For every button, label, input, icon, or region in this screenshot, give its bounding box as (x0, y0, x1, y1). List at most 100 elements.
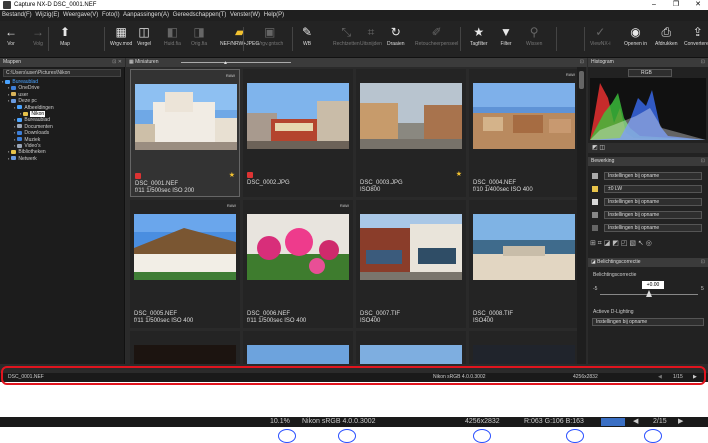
toolbar-button-0[interactable]: ← Vor (4, 24, 18, 48)
zoom-rgb: R:063 G:106 B:163 (524, 418, 584, 425)
maximize-button[interactable]: ❐ (668, 0, 684, 10)
toolbar-icon: ⚲ (529, 25, 539, 39)
toolbar-button-6[interactable]: ◨ Orig.fia (191, 24, 207, 48)
expand-icon[interactable]: ▪ (8, 98, 9, 103)
thumbnail-cell[interactable] (243, 331, 353, 364)
toolbar-button-12[interactable]: ↻ Draaien (387, 24, 405, 48)
expand-icon[interactable]: ▪ (8, 85, 9, 90)
thumbnail-cell[interactable]: RAW DSC_0004.NEF f/10 1/400sec ISO 400 (469, 69, 579, 197)
toolbar-button-14[interactable]: ★ Tagfilter (470, 24, 488, 48)
edit-row-select[interactable]: Instellingen bij opname (604, 211, 702, 219)
menu-adjust[interactable]: Aanpassingen(A) (123, 12, 169, 18)
menu-help[interactable]: Help(P) (264, 12, 284, 18)
panel-menu-icon[interactable]: ⊡ (701, 58, 705, 67)
thumbnail-image[interactable] (247, 214, 349, 280)
thumbnail-image[interactable] (360, 345, 462, 364)
menu-file[interactable]: Bestand(F) (2, 12, 32, 18)
menu-window[interactable]: Venster(W) (230, 12, 260, 18)
thumbnail-cell[interactable]: RAW DSC_0005.NEF f/11 1/500sec ISO 400 (130, 200, 240, 328)
tree-item[interactable]: ▪ Netwerk (2, 156, 122, 162)
thumbnail-image[interactable] (247, 345, 349, 364)
thumbnail-cell[interactable]: DSC_0008.TIF ISO400 (469, 200, 579, 328)
toolbar-icon: ⤡ (341, 25, 352, 39)
thumbnail-cell[interactable]: DSC_0002.JPG (243, 69, 353, 197)
menu-view[interactable]: Weergave(V) (63, 12, 98, 18)
zoom-next-icon[interactable]: ▶ (678, 417, 683, 427)
expand-icon[interactable]: ▪ (8, 149, 9, 154)
thumbnail-image[interactable] (473, 345, 575, 364)
toolbar-button-3[interactable]: ▦ Wrgv.mod (110, 24, 132, 48)
edit-row-select[interactable]: Instellingen bij opname (604, 224, 702, 232)
toolbar-button-2[interactable]: ⬆ Map (58, 24, 72, 48)
panel-menu-icon[interactable]: ⊡ (701, 157, 705, 166)
toolbar-button-11[interactable]: ⌗ Uitsnijden (360, 24, 382, 48)
expand-icon[interactable]: ▪ (20, 111, 21, 116)
toolbar-button-1[interactable]: → Volg (31, 24, 45, 48)
menu-tools[interactable]: Gereedschappen(T) (173, 12, 227, 18)
expand-icon[interactable]: ▪ (14, 137, 15, 142)
thumbnail-image[interactable] (473, 83, 575, 149)
zoom-prev-icon[interactable]: ◀ (633, 417, 638, 427)
toolbar-button-10[interactable]: ⤡ Rechtzetten (333, 24, 360, 48)
expand-icon[interactable]: ▪ (14, 130, 15, 135)
expand-icon[interactable]: ▪ (8, 156, 9, 161)
toolbar-button-17[interactable]: ✓ ViewNX-i (590, 24, 610, 48)
thumbnail-cell[interactable]: RAW ★ DSC_0001.NEF f/11 1/500sec ISO 200 (130, 69, 240, 197)
thumbnail-image[interactable] (473, 214, 575, 280)
histogram-channel-select[interactable]: RGB (628, 69, 672, 77)
scroll-thumb[interactable] (579, 71, 584, 89)
toolbar-icon: ← (5, 25, 17, 39)
thumbnail-image[interactable] (134, 214, 236, 280)
path-field[interactable]: C:\Users\user\Pictures\Nikon (3, 69, 121, 77)
toolbar-button-9[interactable]: ✎ WB (300, 24, 314, 48)
toolbar-label: Vergel (137, 41, 152, 47)
thumb-size-slider[interactable] (181, 62, 291, 63)
expand-icon[interactable]: ▪ (14, 117, 15, 122)
thumbnail-cell[interactable]: RAW DSC_0006.NEF f/11 1/500sec ISO 400 (243, 200, 353, 328)
panel-menu-icon[interactable]: ⊡ (580, 58, 584, 67)
close-button[interactable]: ✕ (690, 0, 706, 10)
toolbar-button-13[interactable]: ✐ Retoucheerpenseel (415, 24, 458, 48)
edit-row-select[interactable]: Instellingen bij opname (604, 198, 702, 206)
info-tab-icon[interactable]: ◫ (599, 145, 605, 151)
panel-menu-icon[interactable]: ⊡ ✕ (112, 58, 122, 67)
thumbnail-filename: DSC_0004.NEF (473, 180, 517, 186)
thumbnail-image[interactable] (134, 345, 236, 364)
toolbar-button-15[interactable]: ▼ Filter (499, 24, 513, 48)
thumbnail-image[interactable] (135, 84, 237, 150)
menu-edit[interactable]: Wijzig(E) (35, 12, 59, 18)
dlighting-select[interactable]: Instellingen bij opname (592, 318, 704, 326)
toolbar-button-20[interactable]: ⇪ Converteren (684, 24, 708, 48)
panel-menu-icon[interactable]: ⊡ (701, 258, 705, 267)
toolbar-button-7[interactable]: ▰ NEF/NRW+JPEG (220, 24, 259, 48)
thumbnail-cell[interactable] (356, 331, 466, 364)
thumbnail-image[interactable] (247, 83, 349, 149)
expand-icon[interactable]: ▪ (14, 124, 15, 129)
edit-tab-icon[interactable]: ◩ (592, 145, 598, 151)
toolbar-button-19[interactable]: ⎙ Afdrukken (655, 24, 678, 48)
thumbnail-cell[interactable]: DSC_0007.TIF ISO400 (356, 200, 466, 328)
thumbnail-cell[interactable] (130, 331, 240, 364)
toolbar-button-16[interactable]: ⚲ Wissen (526, 24, 542, 48)
slider-handle-icon[interactable]: ▲ (223, 59, 228, 67)
expand-icon[interactable]: ▪ (2, 79, 3, 84)
toolbar-button-4[interactable]: ◫ Vergel (137, 24, 151, 48)
expand-icon[interactable]: ▪ (14, 143, 15, 148)
thumbnail-cell[interactable] (469, 331, 579, 364)
toolbar-button-18[interactable]: ◉ Openen in (624, 24, 647, 48)
menu-image[interactable]: Foto(I) (102, 12, 120, 18)
thumbnail-scrollbar[interactable] (577, 67, 586, 364)
thumbnail-cell[interactable]: ★ DSC_0003.JPG ISO800 (356, 69, 466, 197)
edit-row-select[interactable]: ±0 LW (604, 185, 702, 193)
toolbar-button-8[interactable]: ▣ Wrgv.gntsch (256, 24, 283, 48)
minimize-button[interactable]: – (646, 0, 662, 10)
toolbar-button-5[interactable]: ◧ Huid.fia (164, 24, 181, 48)
exposure-value-field[interactable]: +0.00 (642, 281, 664, 289)
protect-flag-icon (135, 173, 141, 179)
expand-icon[interactable]: ▪ (14, 105, 15, 110)
tool-icon[interactable]: ⊞ ⌗ ◪ ◩ ◰ ▧ ↖ ◎ (590, 240, 652, 247)
edit-row-select[interactable]: Instellingen bij opname (604, 172, 702, 180)
thumbnail-image[interactable] (360, 214, 462, 280)
thumbnail-image[interactable] (360, 83, 462, 149)
expand-icon[interactable]: ▪ (8, 92, 9, 97)
